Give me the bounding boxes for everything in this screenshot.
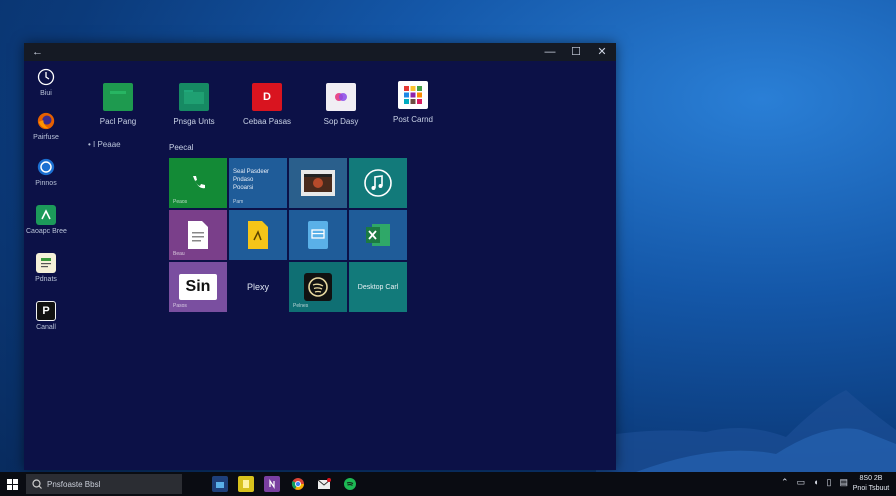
taskbar-clock[interactable]: 8S0 2B Pnoi Tsbuut: [850, 474, 892, 494]
rail-item-notes[interactable]: Pdnats: [26, 253, 66, 283]
search-box[interactable]: Pnsfoaste Bbsl: [26, 474, 182, 494]
maps-icon: [36, 205, 56, 225]
tablet-icon: [308, 221, 328, 249]
tile-groove[interactable]: [349, 158, 407, 208]
sin-label: Sin: [179, 274, 217, 300]
onenote-icon[interactable]: [264, 476, 280, 492]
tile-sin[interactable]: Sin Pasos: [169, 262, 227, 312]
tile-plain[interactable]: Plexy: [229, 262, 287, 312]
document-icon: [188, 221, 208, 249]
pdf-icon: D: [252, 83, 282, 111]
notes-icon[interactable]: [238, 476, 254, 492]
window-titlebar: ← — ☐ ✕: [24, 43, 616, 61]
tile-desktop-label: Desktop Carl: [357, 283, 399, 291]
rail-label: Pdnats: [35, 276, 57, 283]
tile-info-title: Seal Pasdeer: [233, 169, 270, 175]
tile-group-title: Peecal: [169, 143, 194, 152]
rail-item-firefox[interactable]: Pairfuse: [26, 111, 66, 141]
start-button[interactable]: [0, 472, 24, 496]
app-pinned-3[interactable]: D Cebaa Pasas: [232, 83, 302, 126]
app-pinned-2[interactable]: Pnsga Unts: [159, 83, 229, 126]
yellow-file-icon: [248, 221, 268, 249]
chrome-icon[interactable]: [290, 476, 306, 492]
rail-item-clock[interactable]: Biui: [26, 67, 66, 97]
chevron-up-icon[interactable]: ⌃: [781, 477, 789, 488]
notification-icon[interactable]: ▤: [839, 477, 848, 488]
rail-item-maps[interactable]: Caoapc Bree: [26, 205, 67, 235]
tile-plain-label: Plexy: [246, 282, 269, 292]
spotify-logo-icon: [304, 273, 332, 301]
maximize-button[interactable]: ☐: [570, 43, 582, 61]
rail-label: Pairfuse: [33, 134, 59, 141]
spotify-icon[interactable]: [342, 476, 358, 492]
tile-info-line: Pndaso: [233, 177, 254, 183]
phone-icon: [193, 176, 205, 189]
search-icon: [32, 479, 42, 489]
close-button[interactable]: ✕: [596, 43, 608, 61]
app-label: Pacl Pang: [99, 117, 137, 126]
tile-info-line: Pooarsi: [233, 185, 254, 191]
windows-logo-icon: [6, 478, 18, 490]
rail-item-skype[interactable]: Pinnos: [26, 157, 66, 187]
tile-files[interactable]: [229, 210, 287, 260]
firefox-icon: [36, 111, 56, 131]
app-pinned-1[interactable]: Pacl Pang: [83, 83, 153, 126]
tile-info[interactable]: Seal Pasdeer Pndaso Pooarsi Pam: [229, 158, 287, 208]
tile-caption: Beau: [173, 251, 185, 257]
grid-apps-icon: [398, 81, 428, 109]
store-icon[interactable]: [212, 476, 228, 492]
folder-icon: [179, 83, 209, 111]
rail-label: Pinnos: [35, 180, 57, 187]
app-pinned-5[interactable]: Post Carnd: [378, 81, 448, 124]
p-app-icon: P: [36, 301, 56, 321]
rail-item-p-app[interactable]: P Canall: [26, 301, 66, 331]
back-icon[interactable]: ←: [32, 46, 43, 58]
battery-icon[interactable]: ▯: [827, 477, 832, 488]
tile-caption: Pam: [233, 199, 244, 205]
tile-desktop[interactable]: Desktop Carl: [349, 262, 407, 312]
clock-icon: [36, 67, 56, 87]
sheets-icon: [103, 83, 133, 111]
tile-movies[interactable]: [289, 158, 347, 208]
app-label: Sop Dasy: [323, 117, 359, 126]
network-icon[interactable]: ▭: [797, 477, 806, 488]
tile-phone[interactable]: Peaos: [169, 158, 227, 208]
rail-label: Biui: [40, 90, 52, 97]
music-note-icon: [364, 169, 392, 197]
clock-time: 8S0 2B: [859, 475, 883, 482]
side-note: • I Peaae: [88, 140, 121, 149]
app-label: Cebaa Pasas: [242, 117, 292, 126]
app-pinned-4[interactable]: Sop Dasy: [306, 83, 376, 126]
tile-docs[interactable]: Beau: [169, 210, 227, 260]
tile-caption: Pelnes: [293, 303, 309, 309]
wallpaper-hills: [596, 390, 896, 472]
taskbar: Pnsfoaste Bbsl ⌃ ▭ ◖ ▯ ▤ 8S0 2B Pnoi Tsb…: [0, 472, 896, 496]
volume-icon[interactable]: ◖: [813, 477, 818, 488]
tile-music[interactable]: Pelnes: [289, 262, 347, 312]
app-label: Pnsga Unts: [173, 117, 215, 126]
mail-icon[interactable]: [316, 476, 332, 492]
rail-label: Canall: [36, 324, 56, 331]
tile-tablet[interactable]: [289, 210, 347, 260]
start-window: ← — ☐ ✕ Biui Pairfuse Pinnos Caoapc Bree…: [24, 43, 616, 470]
excel-icon: [366, 224, 390, 246]
app-label: Post Carnd: [392, 115, 434, 124]
search-text: Pnsfoaste Bbsl: [47, 479, 101, 489]
skype-icon: [36, 157, 56, 177]
photos-icon: [326, 83, 356, 111]
movie-thumbnail-icon: [301, 170, 335, 196]
notes-icon: [36, 253, 56, 273]
tile-excel[interactable]: [349, 210, 407, 260]
rail-label: Caoapc Bree: [26, 228, 67, 235]
system-tray: ⌃ ▭ ◖ ▯ ▤: [781, 477, 848, 488]
minimize-button[interactable]: —: [544, 43, 556, 61]
clock-date: Pnoi Tsbuut: [852, 485, 890, 492]
tile-caption: Peaos: [173, 199, 188, 205]
tile-caption: Pasos: [173, 303, 187, 309]
